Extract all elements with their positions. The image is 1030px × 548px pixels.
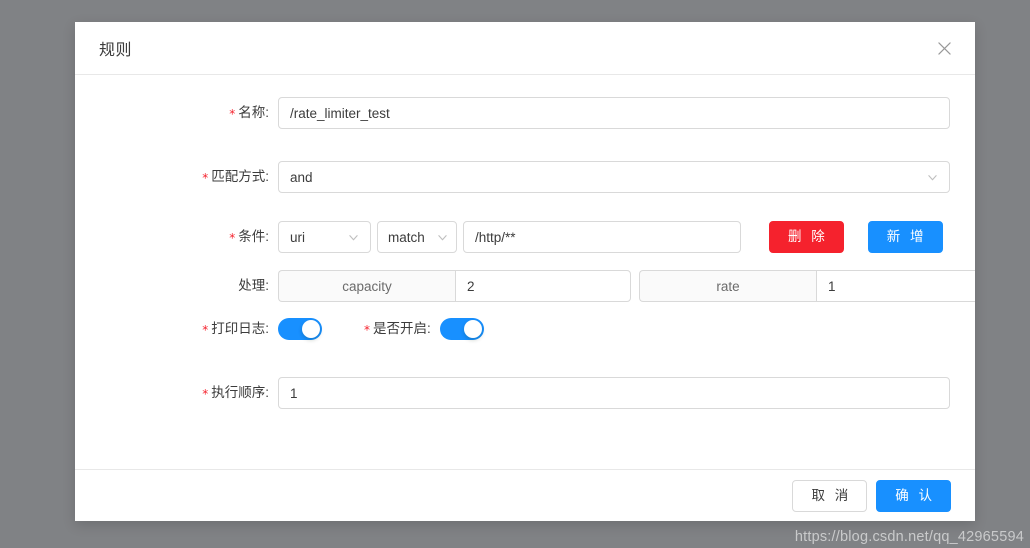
label-match-mode: * 匹配方式:	[202, 169, 269, 185]
rate-addon-label: rate	[639, 270, 816, 302]
cancel-button[interactable]: 取 消	[792, 479, 868, 512]
print-log-toggle-wrap	[278, 318, 322, 340]
match-mode-select[interactable]: and	[278, 161, 950, 193]
print-log-toggle[interactable]	[278, 318, 322, 340]
confirm-button[interactable]: 确 认	[876, 479, 951, 512]
watermark-text: https://blog.csdn.net/qq_42965594	[794, 529, 1024, 545]
is-enabled-toggle-wrap: * 是否开启:	[364, 313, 484, 345]
dialog-header: 规则	[75, 22, 975, 75]
match-mode-value: and	[290, 169, 313, 185]
delete-condition-button[interactable]: 删 除	[769, 221, 844, 253]
dialog-body: *名称: *匹配方式: and *条件: uri	[75, 75, 975, 469]
form-row-match-mode: * 匹配方式: and	[75, 161, 950, 193]
condition-value-input[interactable]	[463, 221, 741, 253]
rule-dialog: 规则 *名称: *匹配方式: and	[75, 22, 975, 521]
required-star-is-enabled: *	[364, 323, 370, 337]
label-name: * 名称:	[229, 105, 269, 121]
required-star-name: *	[229, 107, 236, 121]
required-star-print-log: *	[202, 323, 209, 337]
required-star-match-mode: *	[202, 171, 209, 185]
chevron-down-icon	[348, 232, 359, 243]
form-row-order: * 执行顺序:	[75, 377, 950, 409]
close-icon[interactable]	[933, 37, 955, 59]
is-enabled-toggle[interactable]	[439, 318, 484, 340]
condition-group: uri match 删 除 新 增	[278, 221, 943, 253]
capacity-input[interactable]	[455, 270, 631, 302]
dialog-footer: 取 消 确 认	[75, 469, 975, 521]
dialog-title: 规则	[99, 42, 133, 59]
chevron-down-icon	[927, 172, 938, 183]
condition-operator-select[interactable]: match	[377, 221, 457, 253]
process-group: capacity rate	[278, 270, 975, 302]
form-row-process: 处理: capacity rate	[75, 270, 975, 302]
form-row-condition: *条件: uri match 删 除 新 增	[75, 221, 950, 253]
required-star-order: *	[202, 387, 209, 401]
rate-input-group: rate	[639, 270, 975, 302]
name-input[interactable]	[278, 97, 950, 129]
label-is-enabled: * 是否开启:	[364, 321, 431, 337]
toggle-knob	[302, 320, 320, 338]
label-print-log: * 打印日志:	[202, 321, 269, 337]
toggle-knob	[463, 320, 482, 338]
rate-input[interactable]	[816, 270, 975, 302]
order-input[interactable]	[278, 377, 950, 409]
form-row-toggles: * 打印日志: * 是否开启:	[75, 313, 950, 345]
form-row-name: * 名称:	[75, 97, 950, 129]
label-condition: * 条件:	[229, 229, 269, 245]
condition-field-select[interactable]: uri	[278, 221, 371, 253]
capacity-input-group: capacity	[278, 270, 631, 302]
chevron-down-icon	[437, 232, 448, 243]
capacity-addon-label: capacity	[278, 270, 455, 302]
add-condition-button[interactable]: 新 增	[867, 221, 943, 253]
required-star-condition: *	[229, 231, 236, 245]
condition-operator-value: match	[388, 229, 425, 245]
label-order: * 执行顺序:	[202, 385, 269, 401]
condition-field-value: uri	[290, 229, 306, 245]
label-process: 处理:	[238, 278, 269, 293]
